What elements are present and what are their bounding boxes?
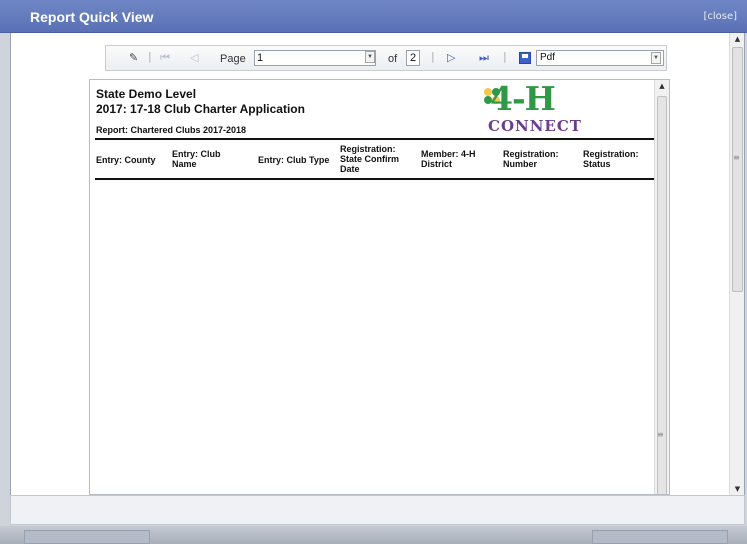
dialog-titlebar: Report Quick View [close] [0, 0, 747, 33]
header-rule-bottom [95, 178, 655, 180]
page-dropdown-arrow[interactable]: ▼ [365, 51, 375, 63]
report-toolbar: ✎ | ⏮ ◁ Page 1 ▼ of 2 | ▷ ⏭ | Pdf ▼ [105, 45, 667, 71]
report-viewer: State Demo Level 2017: 17-18 Club Charte… [89, 79, 670, 495]
scroll-down-icon[interactable]: ▼ [730, 483, 744, 495]
grip-icon: ≡ [657, 430, 664, 439]
report-name: Report: Chartered Clubs 2017-2018 [96, 125, 247, 135]
column-header-club-type: Entry: Club Type [258, 155, 329, 165]
page-label: Page [220, 53, 246, 65]
column-header-line: State Confirm [340, 154, 400, 164]
column-header-line: Entry: Club [172, 149, 221, 159]
next-page-icon[interactable]: ▷ [447, 51, 455, 64]
edit-icon[interactable]: ✎ [129, 51, 138, 64]
scroll-up-icon[interactable]: ▲ [730, 33, 744, 45]
save-icon[interactable] [519, 52, 531, 64]
column-header-state-confirm-date: Registration: State Confirm Date [340, 144, 399, 174]
toolbar-separator: | [503, 50, 507, 63]
report-scrollbar[interactable]: ▲ ≡ [654, 80, 669, 494]
report-org-name: State Demo Level [96, 87, 197, 101]
dialog-title: Report Quick View [30, 9, 154, 25]
scroll-up-icon[interactable]: ▲ [655, 80, 669, 92]
grip-icon: ≡ [733, 153, 740, 162]
modal-overlay: Report Quick View [close] ✎ | ⏮ ◁ Page 1… [0, 0, 747, 544]
report-form-title: 2017: 17-18 Club Charter Application [96, 102, 305, 116]
header-rule-top [95, 138, 655, 140]
export-format-select[interactable]: Pdf ▼ [536, 50, 664, 66]
column-header-line: Name [172, 159, 197, 169]
report-frame: ✎ | ⏮ ◁ Page 1 ▼ of 2 | ▷ ⏭ | Pdf ▼ Stat… [10, 33, 745, 495]
page-number-input[interactable]: 1 [254, 50, 376, 66]
taskbar-tab[interactable] [24, 530, 150, 544]
total-pages: 2 [406, 50, 420, 66]
column-header-line: Date [340, 164, 360, 174]
4h-connect-logo: 4-H CONNECT [482, 79, 581, 140]
column-header-line: Registration: [583, 149, 639, 159]
column-header-line: Entry: Club Type [258, 155, 330, 165]
column-header-line: Status [583, 159, 611, 169]
logo-main-text: 4-H [490, 79, 556, 118]
column-header-line: Member: 4-H [421, 149, 476, 159]
logo-sub-text: CONNECT [488, 117, 582, 135]
column-header-line: District [421, 159, 453, 169]
prev-page-icon[interactable]: ◁ [190, 51, 198, 64]
column-header-district: Member: 4-H District [421, 149, 476, 169]
dialog-footer [10, 495, 745, 525]
column-header-line: Registration: [340, 144, 396, 154]
column-header-county: Entry: County [96, 155, 156, 165]
toolbar-separator: | [148, 50, 152, 63]
column-header-registration-number: Registration: Number [503, 149, 559, 169]
column-header-club-name: Entry: Club Name [172, 149, 221, 169]
export-format-value: Pdf [540, 52, 556, 63]
last-page-icon[interactable]: ⏭ [479, 51, 489, 65]
taskbar-tab[interactable] [592, 530, 728, 544]
chevron-down-icon[interactable]: ▼ [651, 52, 661, 64]
column-header-line: Entry: County [96, 155, 156, 165]
first-page-icon[interactable]: ⏮ [160, 51, 170, 65]
dialog-scrollbar[interactable]: ▲ ≡ ▼ [729, 33, 744, 495]
close-link[interactable]: [close] [703, 11, 737, 22]
column-header-line: Number [503, 159, 538, 169]
dialog-scroll-thumb[interactable] [732, 47, 743, 292]
of-label: of [388, 53, 398, 65]
column-header-registration-status: Registration: Status [583, 149, 639, 169]
column-header-line: Registration: [503, 149, 559, 159]
toolbar-separator: | [431, 50, 435, 63]
